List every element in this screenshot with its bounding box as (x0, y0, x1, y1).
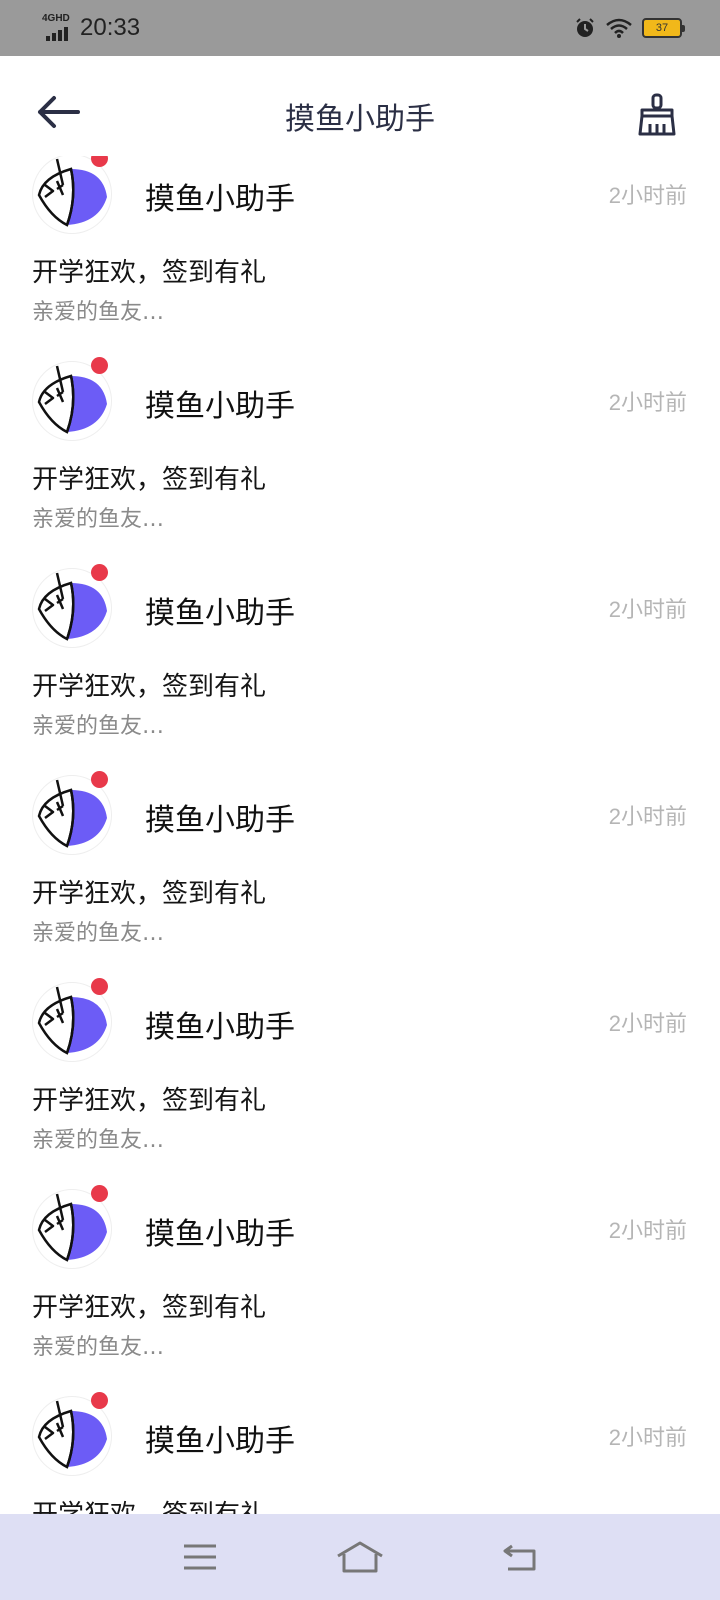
home-button[interactable] (335, 1537, 385, 1577)
wifi-icon (606, 18, 632, 38)
unread-badge (91, 771, 108, 788)
message-time: 2小时前 (608, 1218, 687, 1243)
sender-name: 摸鱼小助手 (145, 1217, 295, 1252)
unread-badge (91, 156, 108, 167)
sender-name: 摸鱼小助手 (145, 182, 295, 217)
status-time: 20:33 (80, 14, 141, 41)
home-icon (337, 1541, 383, 1573)
page-title: 摸鱼小助手 (285, 102, 435, 137)
return-button[interactable] (495, 1537, 545, 1577)
message-preview: 亲爱的鱼友… (32, 921, 165, 946)
unread-badge (91, 564, 108, 581)
message-title: 开学狂欢，签到有礼 (32, 1293, 267, 1323)
unread-badge (91, 1392, 108, 1409)
message-preview: 亲爱的鱼友… (32, 300, 165, 325)
broom-icon (638, 93, 676, 136)
alarm-icon (576, 18, 594, 37)
fish-logo-icon (37, 158, 107, 227)
message-time: 2小时前 (608, 1425, 687, 1450)
message-time: 2小时前 (608, 390, 687, 415)
status-bar: 4GHD 20:33 37 (0, 0, 720, 56)
sender-name: 摸鱼小助手 (145, 596, 295, 631)
message-time: 2小时前 (608, 804, 687, 829)
sender-name: 摸鱼小助手 (145, 1010, 295, 1045)
message-title: 开学狂欢，签到有礼 (32, 258, 267, 288)
message-title: 开学狂欢，签到有礼 (32, 879, 267, 909)
message-time: 2小时前 (608, 597, 687, 622)
unread-badge (91, 357, 108, 374)
message-preview: 亲爱的鱼友… (32, 1335, 165, 1360)
message-title: 开学狂欢，签到有礼 (32, 465, 267, 495)
message-item[interactable]: 摸鱼小助手 2小时前 开学狂欢，签到有礼 亲爱的鱼友… (0, 972, 720, 1179)
message-item[interactable]: 摸鱼小助手 2小时前 开学狂欢，签到有礼 亲爱的鱼友… (0, 156, 720, 351)
message-list[interactable]: 摸鱼小助手 2小时前 开学狂欢，签到有礼 亲爱的鱼友… 摸鱼小助手 2小时前 开… (0, 156, 720, 1514)
clear-messages-button[interactable] (634, 92, 680, 138)
message-time: 2小时前 (608, 183, 687, 208)
message-title: 开学狂欢，签到有礼 (32, 1494, 266, 1514)
menu-button[interactable] (175, 1537, 225, 1577)
unread-badge (91, 978, 108, 995)
message-title: 开学狂欢，签到有礼 (32, 672, 267, 702)
status-right: 37 (574, 17, 685, 39)
message-item[interactable]: 摸鱼小助手 2小时前 开学狂欢，签到有礼 亲爱的鱼友… (0, 351, 720, 558)
sender-name: 摸鱼小助手 (145, 1424, 295, 1459)
sender-name: 摸鱼小助手 (145, 389, 295, 424)
unread-badge (91, 1185, 108, 1202)
message-item[interactable]: 摸鱼小助手 2小时前 开学狂欢，签到有礼 亲爱的鱼友… (0, 765, 720, 972)
message-title: 开学狂欢，签到有礼 (32, 1086, 267, 1116)
message-item[interactable]: 摸鱼小助手 2小时前 开学狂欢，签到有礼 亲爱的鱼友… (0, 1179, 720, 1386)
message-preview: 亲爱的鱼友… (32, 1128, 165, 1153)
sender-name: 摸鱼小助手 (145, 803, 295, 838)
battery-indicator: 37 (642, 18, 685, 38)
message-preview: 亲爱的鱼友… (32, 507, 165, 532)
status-left: 4GHD 20:33 (40, 13, 140, 43)
message-item[interactable]: 摸鱼小助手 2小时前 开学狂欢，签到有礼 亲爱的鱼友… (0, 558, 720, 765)
message-item[interactable]: 摸鱼小助手 2小时前 开学狂欢，签到有礼 亲爱的鱼友… (0, 1386, 720, 1514)
network-type: 4GHD (42, 13, 70, 24)
message-time: 2小时前 (608, 1011, 687, 1036)
back-return-icon (503, 1544, 536, 1571)
avatar (32, 156, 112, 234)
system-nav-bar (0, 1514, 720, 1600)
message-preview: 亲爱的鱼友… (32, 714, 165, 739)
signal-icon: 4GHD (40, 13, 72, 43)
app-header: 摸鱼小助手 (0, 56, 720, 156)
menu-icon (184, 1544, 216, 1570)
